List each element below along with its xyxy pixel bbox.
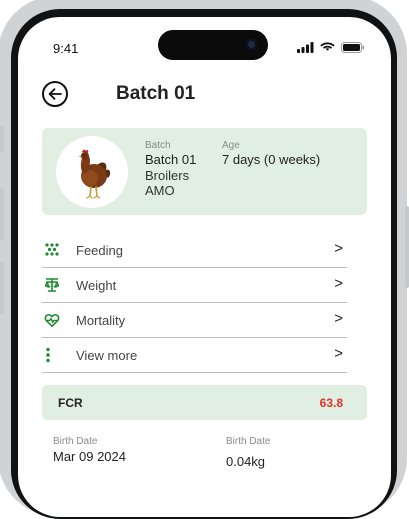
chevron-right-icon: > <box>334 310 343 327</box>
feeding-icon <box>45 243 59 256</box>
arrow-left-icon <box>48 88 62 100</box>
menu-item-weight[interactable]: Weight > <box>42 268 347 303</box>
menu-label-view-more: View more <box>76 348 138 363</box>
chicken-image <box>78 149 111 199</box>
chevron-right-icon: > <box>334 275 343 292</box>
batch-label: Batch <box>145 140 171 151</box>
chevron-right-icon: > <box>334 240 343 257</box>
secondary-value: 0.04kg <box>226 454 266 469</box>
birth-date-value: Mar 09 2024 <box>53 449 126 464</box>
fcr-value: 63.8 <box>319 396 343 410</box>
dynamic-island <box>158 30 268 60</box>
heart-health-icon <box>44 313 60 327</box>
side-button-volume-down <box>0 262 4 314</box>
status-icons <box>297 42 365 53</box>
secondary-label: Birth Date <box>226 436 271 447</box>
age-value: 7 days (0 weeks) <box>222 152 321 167</box>
menu-item-view-more[interactable]: View more > <box>42 338 347 373</box>
phone-screen: 9:41 Batch 01 Batch Batch 01 Broilers AM… <box>18 17 391 517</box>
menu-item-feeding[interactable]: Feeding > <box>42 233 347 268</box>
battery-icon <box>341 42 365 53</box>
wifi-icon <box>320 42 335 51</box>
status-time: 9:41 <box>53 41 79 56</box>
back-button[interactable] <box>42 81 68 107</box>
age-label: Age <box>222 140 240 151</box>
menu-label-weight: Weight <box>76 278 117 293</box>
side-button-action <box>0 126 4 152</box>
batch-value: Batch 01 <box>145 152 197 167</box>
more-vertical-icon <box>46 347 50 363</box>
side-button-power <box>405 206 409 288</box>
menu-label-feeding: Feeding <box>76 243 123 258</box>
front-camera <box>246 39 257 50</box>
menu-label-mortality: Mortality <box>76 313 126 328</box>
page-title: Batch 01 <box>116 83 196 104</box>
side-button-volume-up <box>0 188 4 240</box>
fcr-card: FCR 63.8 <box>42 385 367 420</box>
birth-date-label: Birth Date <box>53 436 98 447</box>
signal-icon <box>297 42 314 53</box>
batch-type: Broilers <box>145 168 190 183</box>
batch-summary-card: Batch Batch 01 Broilers AMO Age 7 days (… <box>42 128 367 215</box>
menu-item-mortality[interactable]: Mortality > <box>42 303 347 338</box>
batch-avatar <box>56 136 128 208</box>
chevron-right-icon: > <box>334 345 343 362</box>
scale-icon <box>44 278 60 292</box>
fcr-label: FCR <box>58 396 83 410</box>
batch-farm: AMO <box>145 183 175 198</box>
